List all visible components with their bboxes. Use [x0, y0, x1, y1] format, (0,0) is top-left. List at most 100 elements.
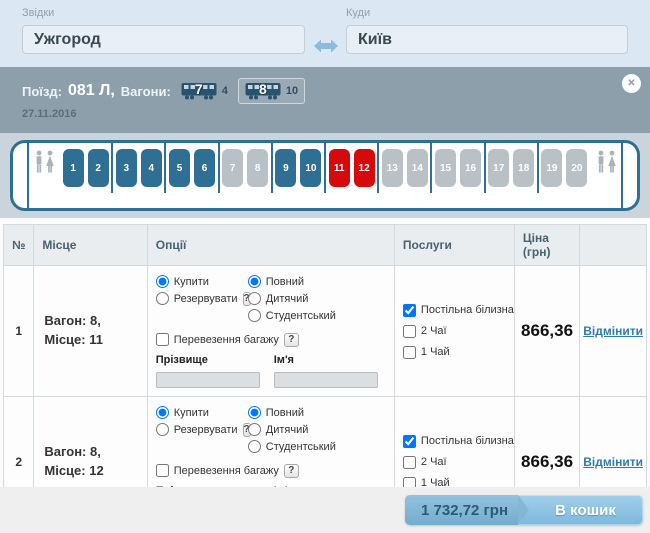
cancel-link[interactable]: Відмінити [583, 455, 643, 469]
help-icon[interactable]: ? [284, 464, 299, 478]
child-fare-radio[interactable] [248, 423, 261, 436]
bed-linen-checkbox[interactable] [403, 304, 416, 317]
services-cell: Постільна білизна 2 Чаї 1 Чай [394, 266, 514, 397]
two-teas-label: 2 Чаї [421, 456, 447, 468]
two-teas-checkbox[interactable] [403, 325, 416, 338]
reserve-option[interactable]: Резервувати ? [156, 292, 248, 305]
seat-19: 19 [541, 149, 562, 187]
two-teas-option[interactable]: 2 Чаї [403, 325, 514, 338]
reserve-label: Резервувати [174, 424, 238, 436]
baggage-option[interactable]: Перевезення багажу ? [156, 464, 388, 477]
seat-2[interactable]: 2 [88, 149, 109, 187]
header-options: Опції [147, 225, 394, 266]
surname-input[interactable] [156, 372, 260, 388]
seat-1[interactable]: 1 [63, 149, 84, 187]
buy-option[interactable]: Купити [156, 406, 248, 419]
persons-icon [33, 150, 56, 177]
seat-6[interactable]: 6 [194, 149, 215, 187]
bed-linen-checkbox[interactable] [403, 435, 416, 448]
seat-18: 18 [513, 149, 534, 187]
seat-3[interactable]: 3 [116, 149, 137, 187]
baggage-checkbox[interactable] [156, 464, 169, 477]
fare-type-column: Повний Дитячий Студентський [248, 275, 388, 326]
help-icon[interactable]: ? [284, 333, 299, 347]
to-field: Куди [346, 7, 628, 67]
bed-linen-option[interactable]: Постільна білизна [403, 435, 514, 448]
child-fare-radio[interactable] [248, 292, 261, 305]
place-cell: Вагон: 8, Місце: 11 [34, 266, 147, 397]
seat-pair: 1314 [377, 143, 430, 193]
header-price: Ціна (грн) [514, 225, 579, 266]
seat-4[interactable]: 4 [141, 149, 162, 187]
one-tea-option[interactable]: 1 Чай [403, 477, 514, 488]
seat-15: 15 [435, 149, 456, 187]
fare-type-column: Повний Дитячий Студентський [248, 406, 388, 457]
seat-pair: 1718 [484, 143, 537, 193]
seat-pair: 910 [271, 143, 324, 193]
buy-radio[interactable] [156, 275, 169, 288]
wagon-tab-8-selected[interactable]: 8 10 [238, 78, 305, 104]
seat-pair: 78 [218, 143, 271, 193]
reserve-radio[interactable] [156, 423, 169, 436]
close-icon[interactable]: ✕ [622, 74, 641, 93]
reserve-option[interactable]: Резервувати ? [156, 423, 248, 436]
seat-9[interactable]: 9 [275, 149, 296, 187]
wagon-line: Вагон: 8, [44, 312, 146, 331]
bed-linen-label: Постільна білизна [421, 304, 514, 316]
seat-5[interactable]: 5 [169, 149, 190, 187]
to-label: Куди [346, 7, 628, 19]
cancel-link[interactable]: Відмінити [583, 324, 643, 338]
student-fare-radio[interactable] [248, 309, 261, 322]
row-number: 2 [4, 397, 34, 488]
full-fare-option[interactable]: Повний [248, 406, 388, 419]
radio-columns: Купити Резервувати ? [156, 275, 388, 326]
one-tea-checkbox[interactable] [403, 346, 416, 359]
child-fare-label: Дитячий [266, 424, 309, 436]
reserve-radio[interactable] [156, 292, 169, 305]
cancel-cell: Відмінити [580, 266, 647, 397]
two-teas-checkbox[interactable] [403, 456, 416, 469]
car-end [623, 143, 637, 208]
firstname-input[interactable] [274, 372, 378, 388]
passenger-row-1: 1 Вагон: 8, Місце: 11 Купити [4, 266, 647, 397]
seat-17: 17 [488, 149, 509, 187]
baggage-checkbox[interactable] [156, 333, 169, 346]
options-cell: Купити Резервувати ? [147, 266, 394, 397]
bed-linen-option[interactable]: Постільна білизна [403, 304, 514, 317]
child-fare-option[interactable]: Дитячий [248, 292, 388, 305]
baggage-label: Перевезення багажу [174, 465, 279, 477]
seat-20: 20 [566, 149, 587, 187]
student-fare-option[interactable]: Студентський [248, 440, 388, 453]
train-car-icon: 8 [245, 82, 281, 100]
train-header-bar: Поїзд: 081 Л, Вагони: [0, 67, 650, 133]
seat-12[interactable]: 12 [354, 149, 375, 187]
child-fare-option[interactable]: Дитячий [248, 423, 388, 436]
two-teas-option[interactable]: 2 Чаї [403, 456, 514, 469]
full-fare-radio[interactable] [248, 275, 261, 288]
wagon-tab-7[interactable]: 7 4 [181, 82, 228, 100]
swap-direction-icon[interactable] [305, 7, 346, 67]
seat-7: 7 [222, 149, 243, 187]
wc-zone-left [29, 143, 59, 208]
to-input[interactable] [346, 25, 628, 54]
seat-11[interactable]: 11 [329, 149, 350, 187]
train-car-icon: 7 [181, 82, 217, 100]
header-actions [580, 225, 647, 266]
full-fare-option[interactable]: Повний [248, 275, 388, 288]
add-to-cart-button[interactable]: 1 732,72 грн В кошик [405, 495, 643, 525]
baggage-option[interactable]: Перевезення багажу ? [156, 333, 388, 346]
student-fare-radio[interactable] [248, 440, 261, 453]
student-fare-label: Студентський [266, 441, 336, 453]
full-fare-radio[interactable] [248, 406, 261, 419]
seat-10[interactable]: 10 [300, 149, 321, 187]
buy-label: Купити [174, 276, 209, 288]
buy-option[interactable]: Купити [156, 275, 248, 288]
seat-row: 1234567891011121314151617181920 [59, 143, 591, 208]
buy-radio[interactable] [156, 406, 169, 419]
one-tea-option[interactable]: 1 Чай [403, 346, 514, 359]
one-tea-checkbox[interactable] [403, 477, 416, 488]
seat-pair: 1516 [430, 143, 483, 193]
cancel-cell: Відмінити [580, 397, 647, 488]
from-input[interactable] [22, 25, 305, 54]
student-fare-option[interactable]: Студентський [248, 309, 388, 322]
